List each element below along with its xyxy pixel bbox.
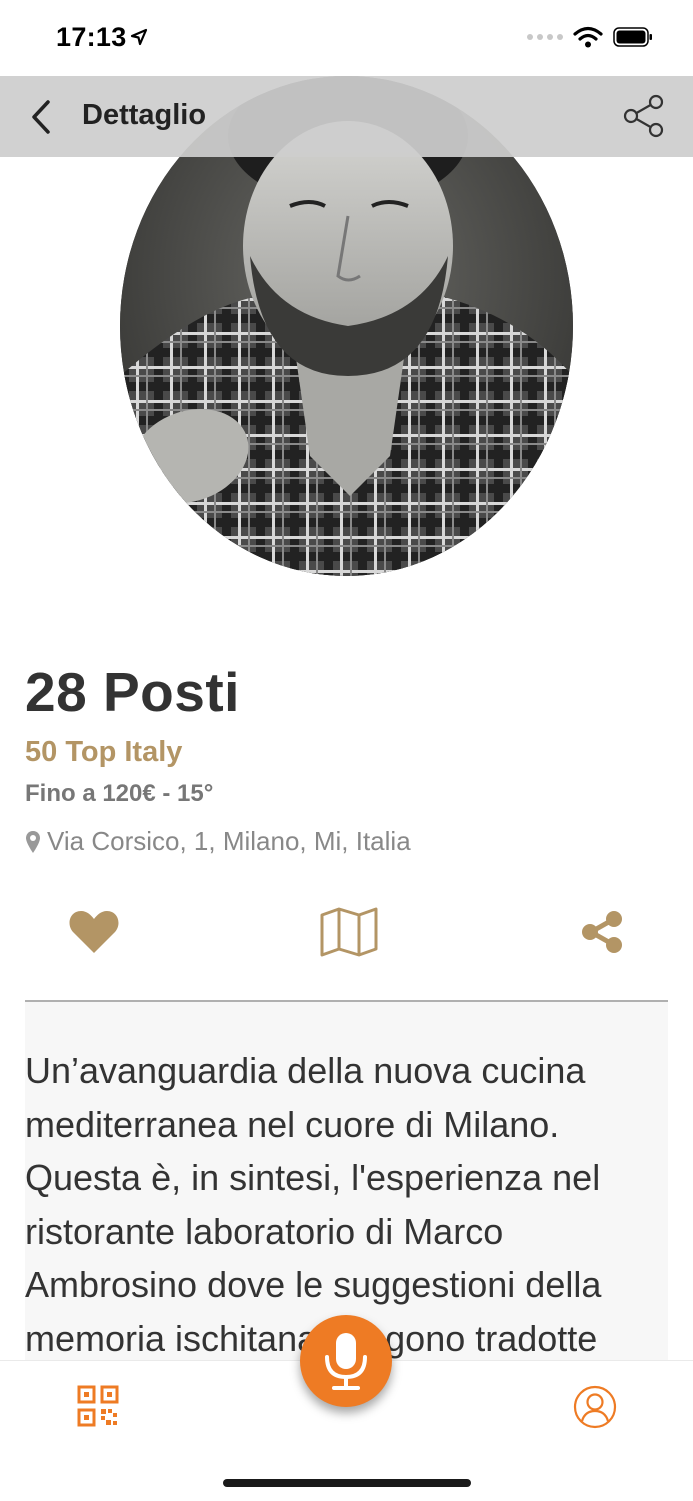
microphone-icon (325, 1333, 367, 1390)
status-indicators (527, 26, 653, 48)
venue-address-row[interactable]: Via Corsico, 1, Milano, Mi, Italia (25, 826, 411, 857)
description-panel[interactable]: Un’avanguardia della nuova cucina medite… (25, 1002, 668, 1362)
signal-icon (527, 34, 563, 40)
venue-description: Un’avanguardia della nuova cucina medite… (25, 1050, 602, 1359)
venue-price-info: Fino a 120€ - 15° (25, 780, 214, 807)
status-time: 17:13 (56, 22, 127, 52)
page-title: Dettaglio (82, 99, 207, 131)
battery-icon (613, 27, 652, 47)
home-indicator[interactable] (223, 1479, 471, 1487)
venue-category: 50 Top Italy (25, 736, 183, 768)
navigation-bar: Dettaglio (0, 76, 693, 157)
map-button[interactable] (318, 900, 380, 964)
share-icon (582, 911, 622, 953)
qr-code-icon[interactable] (77, 1385, 119, 1427)
action-row (0, 900, 693, 964)
share-button[interactable] (578, 900, 626, 964)
user-icon[interactable] (573, 1385, 617, 1429)
chevron-left-icon[interactable] (26, 98, 56, 136)
share-icon[interactable] (622, 94, 666, 138)
location-arrow-icon (130, 28, 148, 46)
venue-address: Via Corsico, 1, Milano, Mi, Italia (47, 826, 411, 856)
map-pin-icon (26, 830, 40, 853)
heart-icon (69, 911, 119, 953)
venue-name: 28 Posti (25, 661, 240, 723)
map-icon (320, 907, 378, 957)
favorite-button[interactable] (64, 900, 124, 964)
wifi-icon (573, 26, 603, 48)
voice-search-button[interactable] (300, 1315, 392, 1407)
status-bar: 17:13 (0, 0, 693, 76)
